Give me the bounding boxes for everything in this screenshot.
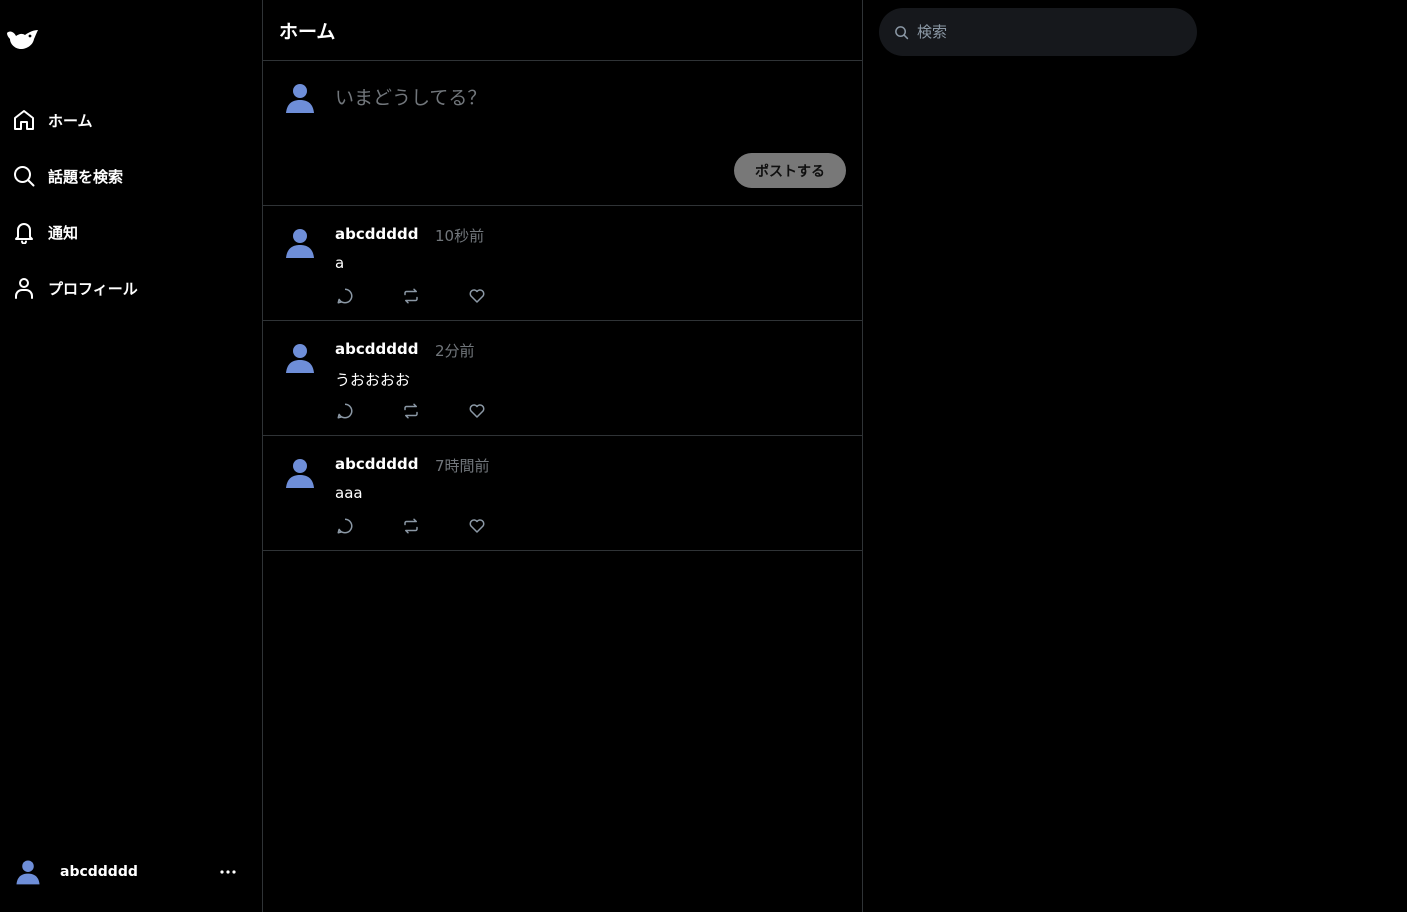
post-text: a <box>335 254 345 272</box>
search-bar[interactable] <box>879 8 1197 56</box>
nav-item-notifications[interactable]: 通知 <box>12 218 78 246</box>
account-name: abcddddd <box>60 864 138 880</box>
post-composer: ポストする <box>263 61 862 206</box>
reply-icon[interactable] <box>335 516 355 536</box>
post-item[interactable]: abcddddd 2分前 うおおおお <box>263 321 862 436</box>
avatar[interactable] <box>283 456 317 490</box>
avatar <box>14 858 42 886</box>
avatar <box>283 81 317 115</box>
post-item[interactable]: abcddddd 10秒前 a <box>263 206 862 321</box>
nav-item-profile[interactable]: プロフィール <box>12 274 138 302</box>
like-icon[interactable] <box>467 401 487 421</box>
post-actions <box>335 286 533 306</box>
post-text: aaa <box>335 484 363 502</box>
reply-icon[interactable] <box>335 401 355 421</box>
app: ホーム 話題を検索 通知 プロフィール abcddddd ホーム いまどうしてる… <box>0 0 1407 912</box>
more-dots-icon[interactable] <box>218 862 238 882</box>
sidebar: ホーム 話題を検索 通知 プロフィール abcddddd <box>0 0 263 912</box>
nav-item-label: 通知 <box>48 223 79 242</box>
post-author[interactable]: abcddddd <box>335 455 418 473</box>
post-timestamp: 10秒前 <box>435 227 485 245</box>
post-item[interactable]: abcddddd 7時間前 aaa <box>263 436 862 551</box>
repost-icon[interactable] <box>401 401 421 421</box>
nav-item-label: 話題を検索 <box>48 167 124 186</box>
repost-icon[interactable] <box>401 516 421 536</box>
post-actions <box>335 401 533 421</box>
account-switcher[interactable]: abcddddd <box>14 856 244 888</box>
bird-logo-icon[interactable] <box>4 24 42 52</box>
timeline: ホーム ポストする abcddddd 10秒前 a <box>263 0 863 912</box>
compose-input[interactable] <box>335 81 835 115</box>
avatar[interactable] <box>283 226 317 260</box>
post-timestamp: 2分前 <box>435 342 475 360</box>
repost-icon[interactable] <box>401 286 421 306</box>
nav-item-label: プロフィール <box>48 279 138 298</box>
user-icon <box>12 276 36 300</box>
reply-icon[interactable] <box>335 286 355 306</box>
home-icon <box>12 108 36 132</box>
search-input[interactable] <box>915 22 1175 42</box>
timeline-header: ホーム <box>263 0 862 61</box>
bell-icon <box>12 220 36 244</box>
post-button[interactable]: ポストする <box>734 153 846 188</box>
post-actions <box>335 516 533 536</box>
page-title: ホーム <box>279 21 336 43</box>
post-timestamp: 7時間前 <box>435 457 490 475</box>
search-icon <box>893 24 909 40</box>
nav-item-home[interactable]: ホーム <box>12 106 93 134</box>
post-author[interactable]: abcddddd <box>335 340 418 358</box>
post-author[interactable]: abcddddd <box>335 225 418 243</box>
like-icon[interactable] <box>467 516 487 536</box>
post-text: うおおおお <box>335 371 411 389</box>
like-icon[interactable] <box>467 286 487 306</box>
search-icon <box>12 164 36 188</box>
nav-item-label: ホーム <box>48 111 93 130</box>
nav-item-explore[interactable]: 話題を検索 <box>12 162 123 190</box>
avatar[interactable] <box>283 341 317 375</box>
